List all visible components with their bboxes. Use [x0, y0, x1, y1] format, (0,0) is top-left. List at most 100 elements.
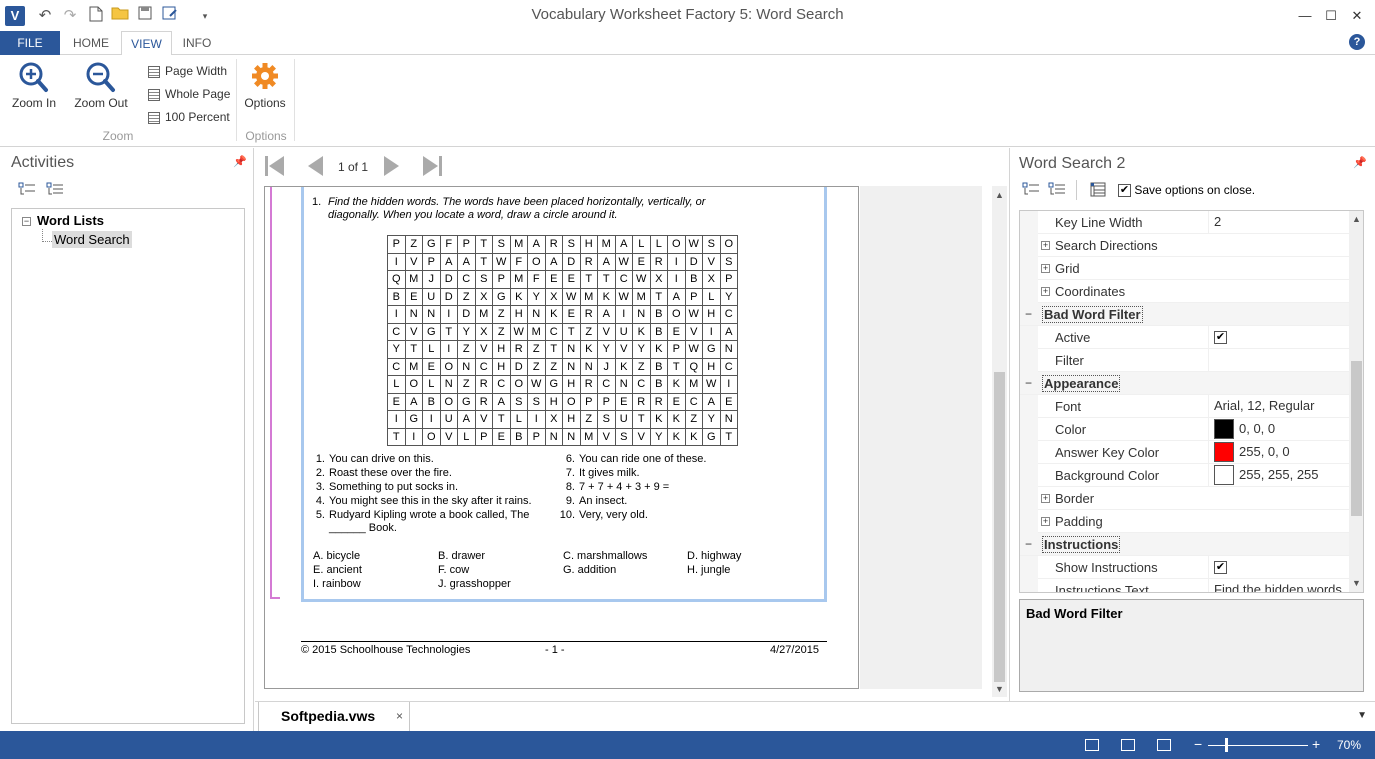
tree-item-word-search[interactable]: Word Search [52, 231, 132, 248]
tab-home[interactable]: HOME [62, 31, 120, 55]
pin-icon[interactable]: 📌 [233, 155, 247, 168]
property-row[interactable]: Font Arial, 12, Regular [1020, 395, 1350, 418]
property-row[interactable]: + Coordinates [1020, 280, 1350, 303]
property-value[interactable]: ✔ [1208, 556, 1350, 579]
property-row[interactable]: Answer Key Color 255, 0, 0 [1020, 441, 1350, 464]
property-grid-scrollbar[interactable]: ▲ ▼ [1349, 211, 1363, 592]
grid-cell: O [719, 235, 738, 254]
close-button[interactable]: ✕ [1344, 4, 1370, 28]
property-value[interactable]: ✔ [1208, 326, 1350, 349]
app-logo-icon[interactable]: V [5, 6, 25, 26]
tab-info[interactable]: INFO [172, 31, 222, 55]
scroll-up-icon[interactable]: ▲ [992, 190, 1007, 200]
property-row[interactable]: + Border [1020, 487, 1350, 510]
zoom-in-button[interactable]: Zoom In [8, 60, 60, 110]
minimize-button[interactable]: — [1292, 4, 1318, 28]
property-row[interactable]: Key Line Width 2 [1020, 211, 1350, 234]
property-row[interactable]: Active ✔ [1020, 326, 1350, 349]
activities-tree[interactable]: − Word Lists Word Search [11, 208, 245, 724]
collapse-all-icon[interactable] [18, 182, 36, 199]
customize-dropdown-icon[interactable]: ▾ [195, 6, 215, 26]
page-width-button[interactable]: Page Width [148, 61, 227, 82]
redo-icon[interactable]: ↷ [60, 6, 80, 26]
close-tab-icon[interactable]: × [396, 702, 403, 730]
save-options-check[interactable]: ✔ [1118, 184, 1131, 198]
document-scrollbar[interactable]: ▲ ▼ [992, 186, 1007, 697]
property-value[interactable]: 0, 0, 0 [1208, 418, 1350, 441]
color-swatch[interactable] [1214, 464, 1234, 485]
last-page-icon[interactable] [420, 154, 444, 178]
expand-icon[interactable]: + [1041, 494, 1050, 503]
property-value[interactable]: 255, 255, 255 [1208, 464, 1350, 487]
property-value[interactable]: Arial, 12, Regular [1208, 395, 1350, 418]
scroll-up-icon[interactable]: ▲ [1349, 214, 1363, 224]
save-options-checkbox[interactable]: ✔ Save options on close. [1118, 183, 1255, 198]
collapse-icon[interactable]: − [1024, 377, 1033, 389]
tab-list-dropdown-icon[interactable]: ▼ [1357, 710, 1367, 721]
property-grid[interactable]: Key Line Width 2 + Search Directions + Grid + C… [1019, 210, 1364, 593]
save-as-icon[interactable] [160, 6, 180, 26]
property-checkbox[interactable]: ✔ [1214, 561, 1227, 575]
zoom-level[interactable]: 70% [1337, 738, 1361, 752]
open-folder-icon[interactable] [110, 6, 130, 26]
next-page-icon[interactable] [380, 154, 404, 178]
scroll-down-icon[interactable]: ▼ [1349, 578, 1363, 588]
property-row[interactable]: Color 0, 0, 0 [1020, 418, 1350, 441]
help-icon[interactable]: ? [1349, 34, 1365, 50]
color-swatch[interactable] [1214, 441, 1234, 462]
property-category[interactable]: − Appearance [1020, 372, 1350, 395]
whole-page-button[interactable]: Whole Page [148, 84, 230, 105]
web-view-icon[interactable] [1157, 739, 1171, 751]
property-row[interactable]: Background Color 255, 255, 255 [1020, 464, 1350, 487]
categorized-view-icon[interactable] [1022, 182, 1040, 199]
tab-file[interactable]: FILE [0, 31, 60, 55]
alphabetical-view-icon[interactable] [1048, 182, 1066, 199]
options-button[interactable]: Options [240, 60, 290, 110]
tree-item-word-lists[interactable]: − Word Lists [22, 213, 104, 228]
zoom-slider-thumb[interactable] [1225, 738, 1228, 752]
expand-icon[interactable]: + [1041, 517, 1050, 526]
property-value[interactable]: 2 [1208, 211, 1350, 234]
previous-page-icon[interactable] [305, 154, 329, 178]
expand-icon[interactable]: + [1041, 241, 1050, 250]
scroll-thumb[interactable] [994, 372, 1005, 682]
zoom-slider-track[interactable] [1208, 745, 1308, 746]
collapse-icon[interactable]: − [22, 217, 31, 227]
collapse-icon[interactable]: − [1024, 538, 1033, 550]
worksheet-page[interactable]: 1. Find the hidden words. The words have… [264, 186, 859, 689]
expand-icon[interactable]: + [1041, 287, 1050, 296]
property-row[interactable]: + Grid [1020, 257, 1350, 280]
property-pages-icon[interactable] [1090, 182, 1108, 201]
scroll-down-icon[interactable]: ▼ [992, 684, 1007, 694]
new-document-icon[interactable] [86, 6, 106, 26]
property-row[interactable]: + Search Directions [1020, 234, 1350, 257]
undo-icon[interactable]: ↶ [35, 6, 55, 26]
document-tab[interactable]: Softpedia.vws × [258, 702, 410, 732]
property-row[interactable]: Filter [1020, 349, 1350, 372]
pin-icon[interactable]: 📌 [1353, 156, 1367, 169]
zoom-out-icon[interactable]: − [1194, 736, 1202, 752]
expand-all-icon[interactable] [46, 182, 64, 199]
zoom-out-button[interactable]: Zoom Out [70, 60, 132, 110]
collapse-icon[interactable]: − [1024, 308, 1033, 320]
property-category[interactable]: − Bad Word Filter [1020, 303, 1350, 326]
save-icon[interactable] [135, 6, 155, 26]
maximize-button[interactable]: ☐ [1318, 4, 1344, 28]
property-row[interactable]: Instructions Text Find the hidden words. [1020, 579, 1350, 592]
property-row[interactable]: Show Instructions ✔ [1020, 556, 1350, 579]
property-value[interactable]: Find the hidden words. [1208, 579, 1350, 592]
zoom-in-icon[interactable]: + [1312, 736, 1320, 752]
first-page-icon[interactable] [263, 154, 287, 178]
color-swatch[interactable] [1214, 418, 1234, 439]
property-value[interactable] [1208, 349, 1350, 372]
hundred-percent-button[interactable]: 100 Percent [148, 107, 230, 128]
expand-icon[interactable]: + [1041, 264, 1050, 273]
property-category[interactable]: − Instructions [1020, 533, 1350, 556]
scroll-thumb[interactable] [1351, 361, 1362, 516]
tab-view[interactable]: VIEW [121, 31, 172, 56]
page-view-icon[interactable] [1121, 739, 1135, 751]
property-checkbox[interactable]: ✔ [1214, 331, 1227, 345]
property-value[interactable]: 255, 0, 0 [1208, 441, 1350, 464]
normal-view-icon[interactable] [1085, 739, 1099, 751]
property-row[interactable]: + Padding [1020, 510, 1350, 533]
